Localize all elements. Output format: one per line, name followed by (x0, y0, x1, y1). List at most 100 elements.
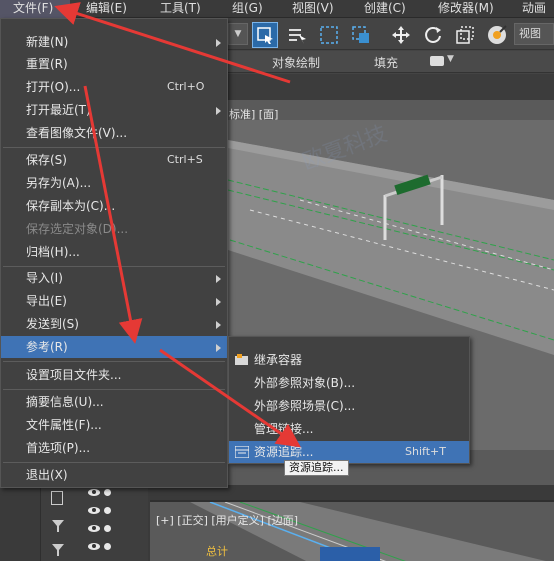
menu-item-label: 保存(S) (26, 153, 67, 167)
menu-item-exit[interactable]: 退出(X) (1, 464, 227, 486)
submenu-item-inherit-container[interactable]: 继承容器 (229, 349, 469, 371)
menu-item-open-recent[interactable]: 打开最近(T) (1, 99, 227, 121)
menu-item-reference[interactable]: 参考(R) (1, 336, 227, 358)
submenu-item-xref-scene[interactable]: 外部参照场景(C)... (229, 395, 469, 417)
menu-item-label: 重置(R) (26, 57, 68, 71)
menu-item-save-copy[interactable]: 保存副本为(C)... (1, 195, 227, 217)
lower-viewport-label[interactable]: [+] [正交] [用户定义] [边面] (156, 512, 298, 528)
fill-tab[interactable]: 填充 (374, 54, 398, 71)
eye-icon[interactable] (88, 525, 100, 532)
orthographic-viewport[interactable]: [+] [正交] [用户定义] [边面] 总计 (150, 500, 554, 561)
submenu-item-label: 资源追踪... (254, 445, 314, 459)
select-by-name-button[interactable] (284, 22, 310, 48)
render-dot-icon[interactable] (104, 507, 111, 514)
submenu-item-label: 管理链接... (254, 422, 314, 436)
move-button[interactable] (388, 22, 414, 48)
ribbon-toggle-icon[interactable] (430, 56, 444, 66)
eye-icon[interactable] (88, 543, 100, 550)
menu-item-label: 打开(O)... (26, 80, 81, 94)
menu-item-save[interactable]: 保存(S) Ctrl+S (1, 149, 227, 171)
visibility-row[interactable] (88, 525, 111, 532)
menu-item-export[interactable]: 导出(E) (1, 290, 227, 312)
selection-filter-dropdown[interactable]: ▼ (228, 23, 248, 45)
select-cursor-icon (257, 27, 273, 44)
menu-item-reset[interactable]: 重置(R) (1, 53, 227, 75)
window-crossing-button[interactable] (348, 22, 374, 48)
menu-item-file-properties[interactable]: 文件属性(F)... (1, 414, 227, 436)
visibility-row[interactable] (88, 489, 111, 496)
menu-item-label: 导入(I) (26, 271, 63, 285)
layer-panel-icon[interactable] (51, 491, 63, 505)
submenu-arrow-icon (216, 39, 221, 47)
eye-icon[interactable] (88, 489, 100, 496)
window-crossing-icon (352, 26, 369, 43)
menu-tools[interactable]: 工具(T) (160, 0, 201, 18)
reference-submenu: 继承容器 外部参照对象(B)... 外部参照场景(C)... 管理链接... 资… (228, 336, 470, 464)
menu-item-summary-info[interactable]: 摘要信息(U)... (1, 391, 227, 413)
menu-item-import[interactable]: 导入(I) (1, 267, 227, 289)
menu-item-label: 查看图像文件(V)... (26, 126, 128, 140)
menu-item-new[interactable]: 新建(N) (1, 31, 227, 53)
menu-item-label: 参考(R) (26, 340, 68, 354)
menubar: 文件(F) 编辑(E) 工具(T) 组(G) 视图(V) 创建(C) 修改器(M… (0, 0, 554, 18)
menu-item-label: 首选项(P)... (26, 441, 91, 455)
menu-item-set-project-folder[interactable]: 设置项目文件夹... (1, 364, 227, 386)
submenu-item-label: 外部参照对象(B)... (254, 376, 356, 390)
menu-item-preferences[interactable]: 首选项(P)... (1, 437, 227, 459)
menu-item-open[interactable]: 打开(O)... Ctrl+O (1, 76, 227, 98)
viewport-label[interactable]: 标准] [面] (229, 106, 278, 122)
rotate-button[interactable] (420, 22, 446, 48)
rotate-icon (425, 27, 441, 43)
ribbon-dropdown-icon[interactable]: ▼ (447, 54, 454, 64)
funnel-filter-icon-2[interactable] (51, 543, 65, 557)
reference-coord-dropdown[interactable]: 视图 (514, 23, 554, 45)
menu-item-save-as[interactable]: 另存为(A)... (1, 172, 227, 194)
tooltip: 资源追踪... (284, 460, 349, 476)
menu-modifiers[interactable]: 修改器(M) (438, 0, 494, 18)
visibility-row[interactable] (88, 507, 111, 514)
menu-view[interactable]: 视图(V) (292, 0, 334, 18)
menu-group[interactable]: 组(G) (232, 0, 263, 18)
menu-item-label: 导出(E) (26, 294, 67, 308)
submenu-item-shortcut: Shift+T (405, 445, 446, 458)
menu-item-send-to[interactable]: 发送到(S) (1, 313, 227, 335)
object-paint-tab[interactable]: 对象绘制 (272, 54, 320, 71)
menu-item-label: 新建(N) (26, 35, 69, 49)
submenu-arrow-icon (216, 344, 221, 352)
render-dot-icon[interactable] (104, 543, 111, 550)
menu-item-label: 文件属性(F)... (26, 418, 102, 432)
menu-item-archive[interactable]: 归档(H)... (1, 241, 227, 263)
stats-total-label: 总计 (206, 545, 228, 558)
menu-item-label: 打开最近(T) (26, 103, 91, 117)
submenu-item-xref-objects[interactable]: 外部参照对象(B)... (229, 372, 469, 394)
scale-icon (456, 26, 474, 44)
funnel-filter-icon[interactable] (51, 519, 65, 533)
submenu-arrow-icon (216, 321, 221, 329)
menu-create[interactable]: 创建(C) (364, 0, 406, 18)
submenu-item-asset-tracking[interactable]: 资源追踪... Shift+T (229, 441, 469, 463)
submenu-arrow-icon (216, 275, 221, 283)
submenu-item-manage-links[interactable]: 管理链接... (229, 418, 469, 440)
render-dot-icon[interactable] (104, 525, 111, 532)
render-dot-icon[interactable] (104, 489, 111, 496)
submenu-arrow-icon (216, 298, 221, 306)
menu-item-label: 保存选定对象(D)... (26, 222, 129, 236)
menu-file[interactable]: 文件(F) (0, 0, 70, 18)
scale-button[interactable] (452, 22, 478, 48)
select-object-button[interactable] (252, 22, 278, 48)
menu-animation[interactable]: 动画 (522, 0, 546, 18)
menu-item-label: 另存为(A)... (26, 176, 92, 190)
visibility-row[interactable] (88, 543, 111, 550)
menu-item-label: 摘要信息(U)... (26, 395, 104, 409)
rect-selection-button[interactable] (316, 22, 342, 48)
menu-item-label: 退出(X) (26, 468, 68, 482)
place-button[interactable] (484, 22, 510, 48)
menu-item-view-image[interactable]: 查看图像文件(V)... (1, 122, 227, 144)
inherit-container-icon (235, 354, 248, 365)
menu-separator (3, 361, 225, 362)
select-by-name-icon (289, 29, 306, 44)
submenu-item-label: 外部参照场景(C)... (254, 399, 356, 413)
menu-edit[interactable]: 编辑(E) (86, 0, 127, 18)
eye-icon[interactable] (88, 507, 100, 514)
menu-item-shortcut: Ctrl+O (167, 80, 205, 93)
